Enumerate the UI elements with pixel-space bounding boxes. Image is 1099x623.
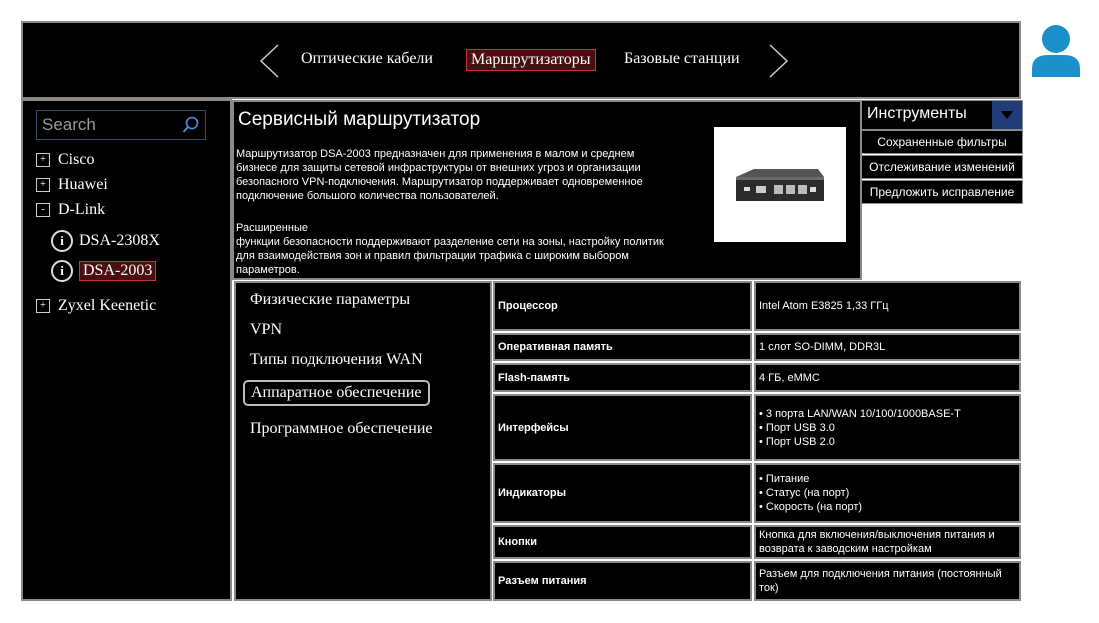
product-description-paragraph: Маршрутизатор DSA-2003 предназначен для …: [236, 148, 643, 202]
spec-label: Разъем питания: [493, 561, 752, 601]
section-hardware[interactable]: Аппаратное обеспечение: [243, 380, 430, 406]
chevron-down-icon[interactable]: [992, 101, 1022, 129]
spec-value: Intel Atom E3825 1,33 ГГц: [754, 281, 1021, 331]
tree-leaf-label: DSA-2003: [79, 261, 157, 281]
product-description-paragraph: Расширенные функции безопасности поддерж…: [236, 222, 664, 276]
expand-toggle-icon[interactable]: +: [36, 299, 50, 313]
tab-base-stations[interactable]: Базовые станции: [620, 49, 744, 69]
user-avatar-icon[interactable]: [1030, 23, 1082, 77]
expand-toggle-icon[interactable]: +: [36, 153, 50, 167]
menu-item-saved-filters[interactable]: Сохраненные фильтры: [861, 130, 1023, 154]
section-software[interactable]: Программное обеспечение: [250, 420, 433, 438]
spec-value: Кнопка для включения/выключения питания …: [754, 525, 1021, 559]
tools-dropdown[interactable]: Инструменты: [861, 100, 1023, 130]
menu-item-suggest-fix[interactable]: Предложить исправление: [861, 180, 1023, 204]
router-icon: [736, 169, 824, 201]
spec-label: Кнопки: [493, 525, 752, 559]
spec-value: • 3 порта LAN/WAN 10/100/1000BASE-T • По…: [754, 394, 1021, 461]
tree-node-label: Cisco: [58, 151, 95, 168]
tree-node-label: Huawei: [58, 176, 108, 193]
collapse-toggle-icon[interactable]: -: [36, 203, 50, 217]
spec-value: 1 слот SO-DIMM, DDR3L: [754, 333, 1021, 361]
tools-dropdown-label: Инструменты: [867, 105, 967, 122]
search-input[interactable]: [36, 110, 206, 140]
tree-leaf-label: DSA-2308X: [79, 232, 160, 249]
search-icon[interactable]: [182, 116, 200, 134]
tree-node-cisco[interactable]: + Cisco: [36, 150, 94, 170]
spec-label: Оперативная память: [493, 333, 752, 361]
tree-node-huawei[interactable]: + Huawei: [36, 175, 108, 195]
expand-toggle-icon[interactable]: +: [36, 178, 50, 192]
tree-node-dlink[interactable]: - D-Link: [36, 200, 105, 220]
section-vpn[interactable]: VPN: [250, 321, 282, 339]
product-title: Сервисный маршрутизатор: [238, 109, 481, 130]
tab-optical-cables[interactable]: Оптические кабели: [297, 49, 437, 69]
tree-node-label: D-Link: [58, 201, 106, 218]
spec-value: Разъем для подключения питания (постоянн…: [754, 561, 1021, 601]
spec-label: Индикаторы: [493, 463, 752, 523]
sidebar: + Cisco + Huawei - D-Link i DSA-2308X i …: [21, 99, 232, 601]
chevron-right-icon[interactable]: [768, 43, 790, 79]
spec-value: • Питание • Статус (на порт) • Скорость …: [754, 463, 1021, 523]
section-wan-types[interactable]: Типы подключения WAN: [250, 351, 423, 369]
section-physical-params[interactable]: Физические параметры: [250, 291, 410, 309]
product-image: [714, 127, 846, 242]
menu-item-track-changes[interactable]: Отслеживание изменений: [861, 155, 1023, 179]
spec-value: 4 ГБ, eMMC: [754, 363, 1021, 392]
spec-label: Flash-память: [493, 363, 752, 392]
spec-label: Процессор: [493, 281, 752, 331]
tree-leaf-dsa-2003[interactable]: i DSA-2003: [51, 259, 157, 283]
product-description-panel: Сервисный маршрутизатор Маршрутизатор DS…: [232, 100, 862, 280]
sections-list: Физические параметры VPN Типы подключени…: [234, 281, 492, 601]
chevron-left-icon[interactable]: [258, 43, 280, 79]
top-navigation-bar: Оптические кабели Маршрутизаторы Базовые…: [21, 21, 1021, 99]
tab-routers[interactable]: Маршрутизаторы: [466, 49, 596, 71]
tree-node-label: Zyxel Keenetic: [58, 297, 157, 314]
tree-node-zyxel-keenetic[interactable]: + Zyxel Keenetic: [36, 296, 156, 316]
info-icon: i: [51, 260, 73, 282]
tree-leaf-dsa-2308x[interactable]: i DSA-2308X: [51, 229, 160, 253]
info-icon: i: [51, 230, 73, 252]
spec-label: Интерфейсы: [493, 394, 752, 461]
